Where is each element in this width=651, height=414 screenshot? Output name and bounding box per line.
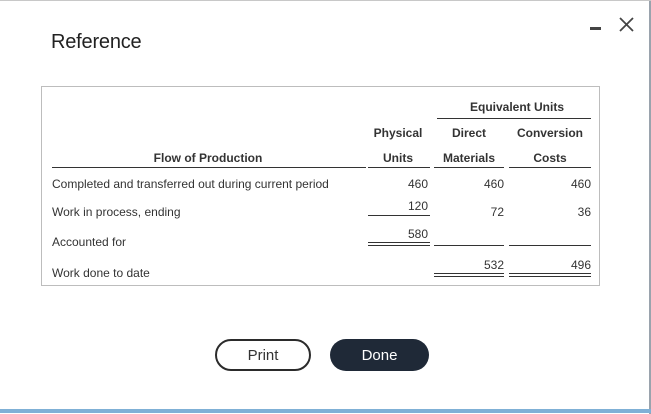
- physical-header-1: Physical: [373, 126, 423, 140]
- print-button[interactable]: Print: [215, 339, 311, 371]
- header-rule-flow: [52, 167, 366, 168]
- reference-dialog: Reference Equivalent Units Physical Dire…: [0, 0, 651, 414]
- reference-table-panel: Equivalent Units Physical Direct Convers…: [41, 86, 600, 286]
- close-icon[interactable]: [617, 15, 637, 35]
- cell-wip-conversion: 36: [577, 205, 591, 219]
- row-label-accounted-for: Accounted for: [52, 235, 127, 249]
- physical-subtotal-rule: [368, 215, 430, 216]
- conversion-header-2: Costs: [533, 151, 567, 165]
- minimize-icon[interactable]: [588, 21, 606, 33]
- header-rule-physical: [368, 167, 430, 168]
- conversion-header-1: Conversion: [516, 126, 583, 140]
- equivalent-units-header: Equivalent Units: [469, 100, 564, 114]
- cell-completed-physical: 460: [407, 177, 428, 191]
- conversion-total-double-rule: [509, 273, 591, 277]
- direct-subtotal-rule: [434, 245, 504, 246]
- window-bottom-bar: [0, 409, 651, 413]
- direct-header-2: Materials: [442, 151, 496, 165]
- group-header-rule: [437, 118, 591, 119]
- header-rule-conversion: [509, 167, 591, 168]
- row-label-completed: Completed and transferred out during cur…: [52, 177, 329, 191]
- done-button[interactable]: Done: [330, 339, 429, 371]
- cell-wip-direct: 72: [490, 205, 504, 219]
- conversion-subtotal-rule: [509, 245, 591, 246]
- direct-header-1: Direct: [451, 126, 486, 140]
- row-label-wip-ending: Work in process, ending: [52, 205, 181, 219]
- cell-completed-conversion: 460: [570, 177, 591, 191]
- flow-of-production-header: Flow of Production: [153, 151, 263, 165]
- cell-workdone-conversion: 496: [570, 258, 591, 272]
- physical-total-double-rule: [368, 242, 430, 246]
- direct-total-double-rule: [434, 273, 504, 277]
- physical-header-2: Units: [383, 151, 413, 165]
- cell-wip-physical: 120: [407, 199, 428, 213]
- cell-completed-direct: 460: [483, 177, 504, 191]
- cell-workdone-direct: 532: [483, 258, 504, 272]
- header-rule-direct: [434, 167, 504, 168]
- cell-accounted-physical: 580: [407, 227, 428, 241]
- row-label-work-done: Work done to date: [52, 266, 150, 280]
- dialog-title: Reference: [51, 31, 142, 53]
